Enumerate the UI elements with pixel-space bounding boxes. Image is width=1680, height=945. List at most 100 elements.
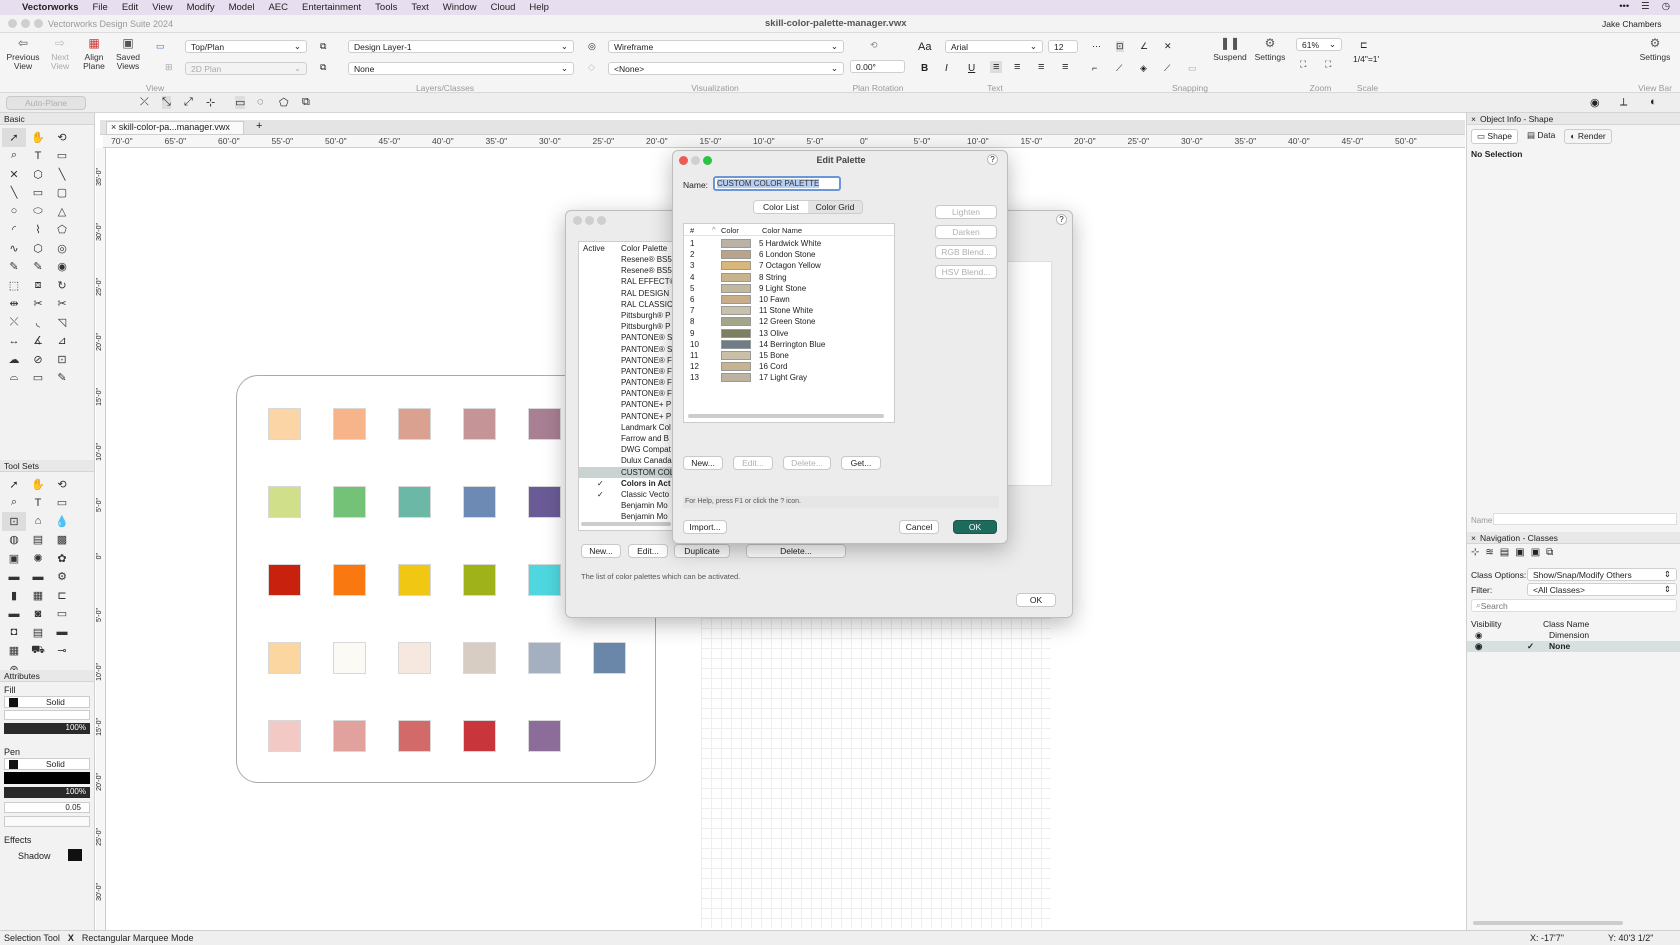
render-sub-select[interactable]: <None> ⌄ [608,62,844,75]
freehand-tool-icon[interactable]: ∿ [2,239,26,258]
color-row[interactable]: 48 String [684,272,894,283]
menu-modify[interactable]: Modify [187,2,215,13]
color-swatch[interactable] [333,642,366,674]
palette-manager-ok-button[interactable]: OK [1016,593,1056,607]
color-list-scrollbar[interactable] [688,414,884,418]
snap-working-plane-icon[interactable]: ▭ [1188,63,1197,74]
align-center-button[interactable]: ≡ [1014,61,1020,73]
color-list-table[interactable]: # ^ Color Color Name 15 Hardwick White 2 6… [683,223,895,423]
color-swatch[interactable] [268,564,301,596]
palette-list-item[interactable]: RAL EFFECT® [579,276,673,287]
section-tool-icon[interactable]: ⌓ [2,369,26,388]
ts-site-icon[interactable]: 💧 [50,512,74,531]
pen-opacity[interactable]: 100% [4,787,90,798]
visibility-column-header[interactable]: Visibility [1471,619,1502,629]
pan-tool-icon[interactable]: ✋ [26,128,50,147]
ts-seating-icon[interactable]: ▦ [2,642,26,661]
clock-icon[interactable]: ◷ [1662,1,1670,12]
ts-rigging-icon[interactable]: ▬ [26,568,50,587]
ts-building-icon[interactable]: ⌂ [26,512,50,531]
class-name-column-header[interactable]: Class Name [1543,619,1589,629]
italic-button[interactable]: I [945,63,948,74]
class-row[interactable]: ◉ ✓ None [1467,641,1680,652]
ts-globe-icon[interactable]: ◍ [2,531,26,550]
color-swatch[interactable] [528,720,561,752]
line-tool-icon[interactable]: ╲ [50,165,74,184]
color-swatch[interactable] [333,720,366,752]
color-row[interactable]: 12 16 Cord [684,361,894,372]
zoom-tool-icon[interactable]: ⌕ [2,147,26,166]
palette-list-item[interactable]: DWG Compat [579,444,673,455]
menu-tools[interactable]: Tools [375,2,397,13]
dimension-tool-icon[interactable]: ↔ [2,332,26,351]
scale-value[interactable]: 1/4"=1' [1353,54,1379,64]
lasso-icon[interactable]: ◌ [257,96,264,108]
navigation-scrollbar[interactable] [1473,921,1623,925]
trim-tool-icon[interactable]: ✂ [50,295,74,314]
ts-cam-icon[interactable]: ◘ [2,623,26,642]
palette-list-item[interactable]: PANTONE® F [579,377,673,388]
user-name[interactable]: Jake Chambers [1602,19,1662,29]
palette-list-item[interactable]: Resene® BS5 [579,254,673,265]
fit-to-page-icon[interactable]: ⛶ [1325,59,1331,70]
color-swatch[interactable] [398,408,431,440]
tab-shape[interactable]: ▭ Shape [1471,129,1518,144]
ts-door-icon[interactable]: ▮ [2,586,26,605]
menu-edit[interactable]: Edit [122,2,138,13]
offset-tool-icon[interactable]: ⧈ [26,276,50,295]
color-swatch[interactable] [268,486,301,518]
ts-callout-icon[interactable]: ▭ [50,494,74,513]
snap-distance-icon[interactable]: ⌐ [1092,63,1097,73]
mode-icon-4[interactable]: ⊹ [206,96,215,109]
zoom-select[interactable]: 61% ⌄ [1296,38,1342,51]
font-size-select[interactable]: 12 [1048,40,1078,53]
color-new-button[interactable]: New... [683,456,723,470]
color-row[interactable]: 15 Hardwick White [684,238,894,249]
mode-icon-3[interactable]: ⤢ [184,96,193,109]
align-plane-button[interactable]: ▦ Align Plane [78,37,110,71]
menu-file[interactable]: File [93,2,108,13]
palette-list-item[interactable]: RAL CLASSIC [579,299,673,310]
class-select[interactable]: None ⌄ [348,62,574,75]
palette-list-item[interactable]: Landmark Col [579,422,673,433]
arc-tool-icon[interactable]: ◜ [2,221,26,240]
plane-select[interactable]: 2D Plan ⌄ [185,62,307,75]
ts-machine-icon[interactable]: ⚙ [50,568,74,587]
palette-list-scrollbar[interactable] [581,522,671,526]
mirror-tool-icon[interactable]: ⇹ [2,295,26,314]
regular-polygon-tool-icon[interactable]: ⬡ [26,239,50,258]
ts-pan-icon[interactable]: ✋ [26,475,50,494]
more-icon[interactable]: ••• [1619,1,1629,12]
palette-new-button[interactable]: New... [581,544,621,558]
render-options-icon[interactable]: ◐ [1650,96,1657,108]
zoom-dialog-button[interactable] [597,216,606,225]
palette-list[interactable]: Active Color Palette Resene® BS5 Resene® … [578,241,674,531]
fit-to-objects-icon[interactable]: ⛶ [1300,59,1306,70]
palette-list-item[interactable]: Benjamin Mo [579,511,673,522]
color-edit-button[interactable]: Edit... [733,456,773,470]
help-icon[interactable]: ? [987,154,998,165]
snap-points-icon[interactable]: ◈ [1140,63,1147,74]
color-row[interactable]: 10 14 Berrington Blue [684,339,894,350]
color-row[interactable]: 59 Light Stone [684,283,894,294]
nav-layers-icon[interactable]: ≋ [1485,547,1493,558]
tab-data[interactable]: ▤ Data [1522,129,1560,144]
color-row[interactable]: 8 12 Green Stone [684,316,894,327]
double-line-tool-icon[interactable]: ╲ [2,184,26,203]
color-swatch[interactable] [268,408,301,440]
minimize-window-button[interactable] [21,19,30,28]
snap-tangent-icon[interactable]: ⟋ [1116,63,1122,74]
bold-button[interactable]: B [921,63,928,74]
snap-grid-icon[interactable]: ⋯ [1092,41,1101,52]
split-tool-icon[interactable]: ✂ [26,295,50,314]
fill-color-swatch[interactable] [9,697,18,707]
ts-text-icon[interactable]: T [26,494,50,513]
active-check-icon[interactable]: ✓ [597,489,604,500]
color-list-tab[interactable]: Color List [754,201,808,213]
spiral-tool-icon[interactable]: ◎ [50,239,74,258]
col-number-header[interactable]: # [690,226,694,235]
line-weight-field[interactable]: 0.05 [4,802,90,813]
color-swatch[interactable] [398,564,431,596]
redline-tool-icon[interactable]: ✎ [50,369,74,388]
object-name-field[interactable] [1493,513,1677,525]
